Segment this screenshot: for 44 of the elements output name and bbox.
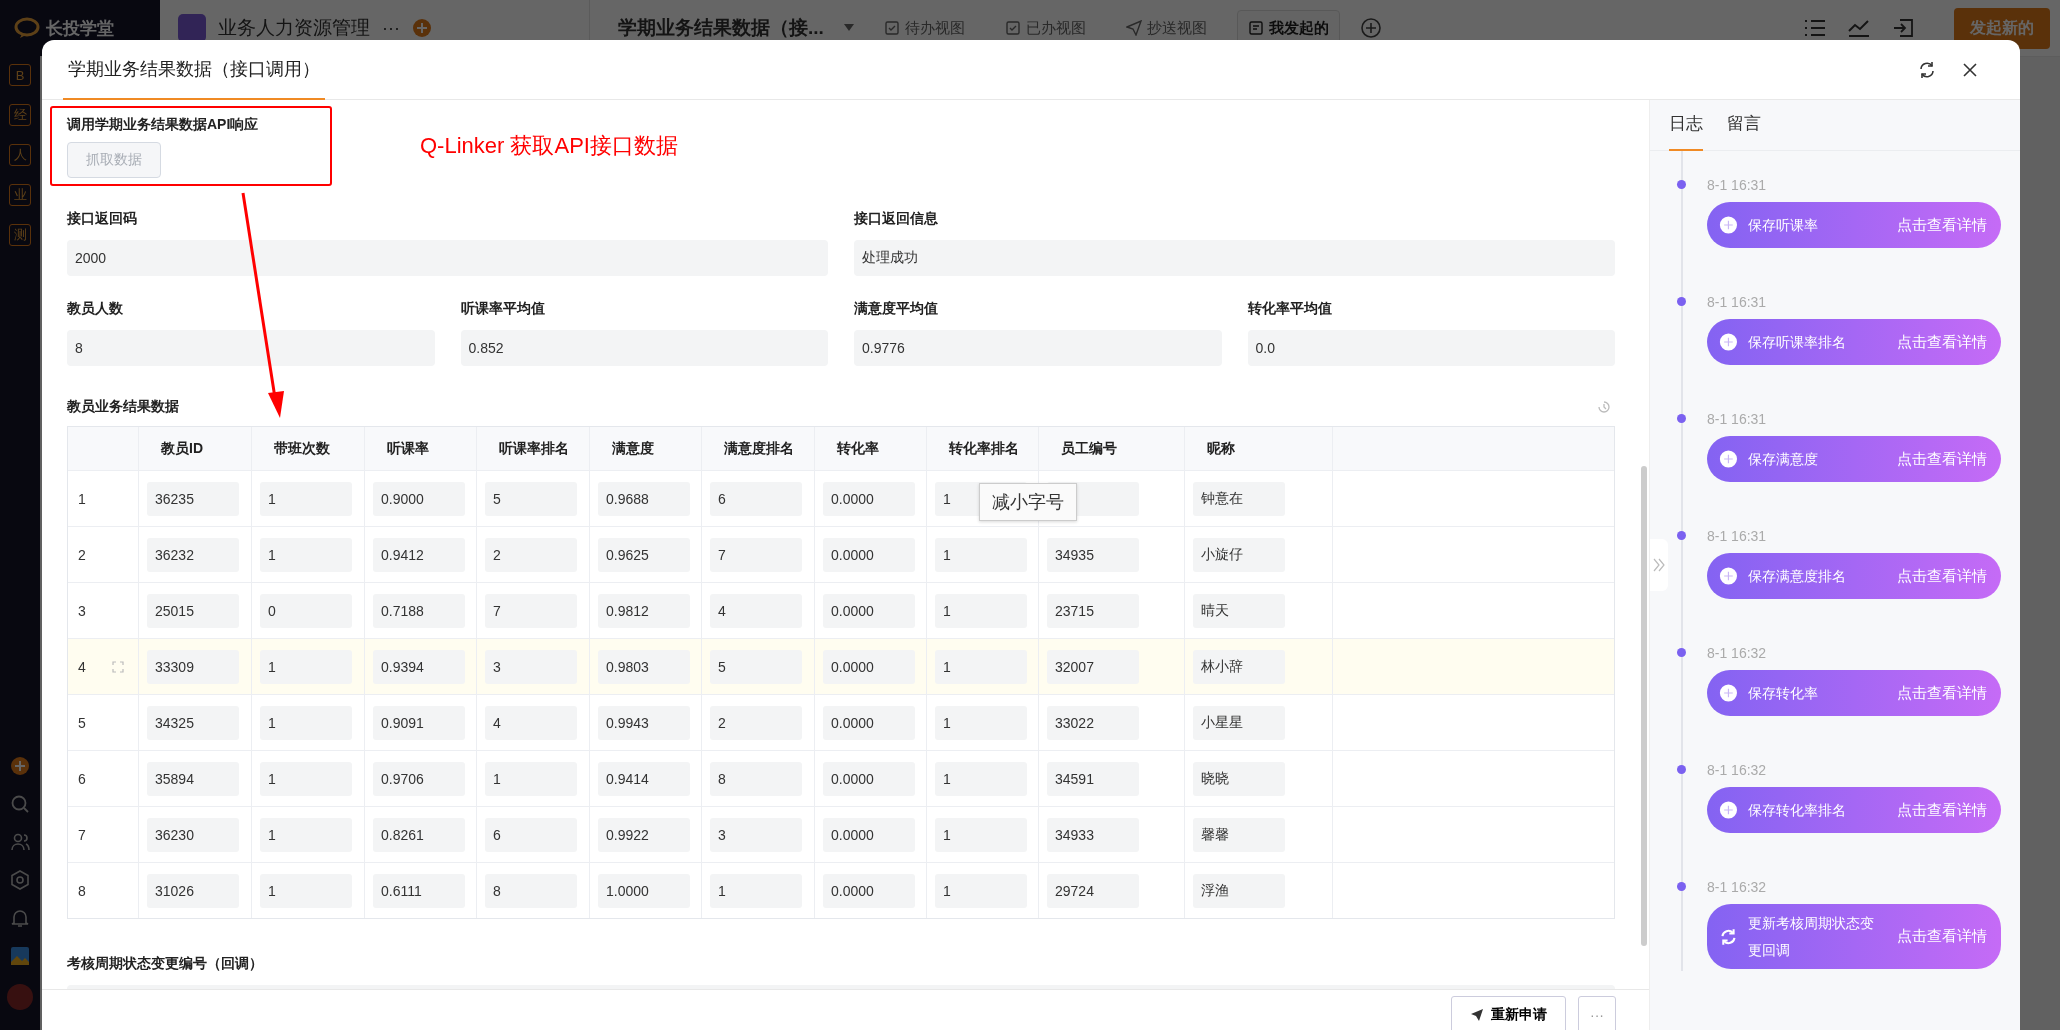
row-number: 8	[78, 882, 86, 899]
log-action: 保存听课率排名	[1747, 332, 1847, 352]
column-header: 转化率排名	[949, 439, 1019, 458]
column-header: 教员ID	[161, 439, 203, 458]
column-header: 带班次数	[274, 439, 330, 458]
field-label: 转化率平均值	[1247, 300, 1333, 318]
column-header: 听课率排名	[499, 439, 569, 458]
row-number: 4	[78, 658, 86, 675]
log-action: 更新考核周期状态变更回调	[1747, 914, 1875, 960]
log-time: 8-1 16:32	[1707, 762, 1767, 778]
field-label: 满意度平均值	[854, 300, 939, 318]
column-header: 听课率	[387, 439, 429, 458]
section-title: 教员业务结果数据	[67, 398, 179, 416]
tooltip: 减小字号	[979, 483, 1077, 521]
row-number: 7	[78, 826, 86, 843]
field-label: 听课率平均值	[460, 300, 546, 318]
row-number: 6	[78, 770, 86, 787]
row-number: 2	[78, 546, 86, 563]
field-label: 接口返回码	[67, 210, 138, 228]
log-time: 8-1 16:32	[1707, 879, 1767, 895]
column-header: 满意度	[612, 439, 654, 458]
column-header: 昵称	[1207, 439, 1235, 458]
log-action: 保存满意度排名	[1747, 566, 1847, 586]
field-label: 教员人数	[67, 300, 124, 318]
log-time: 8-1 16:32	[1707, 645, 1767, 661]
log-time: 8-1 16:31	[1707, 177, 1767, 193]
row-number: 5	[78, 714, 86, 731]
column-header: 满意度排名	[724, 439, 794, 458]
log-time: 8-1 16:31	[1707, 294, 1767, 310]
field-label: 考核周期状态变更编号（回调）	[67, 955, 264, 973]
column-header: 员工编号	[1061, 439, 1117, 458]
annotation-text: Q-Linker 获取API接口数据	[420, 132, 678, 160]
row-number: 3	[78, 602, 86, 619]
row-number: 1	[78, 490, 86, 507]
field-label: 接口返回信息	[854, 210, 939, 228]
log-action: 保存转化率排名	[1747, 800, 1847, 820]
logo-text: 长投学堂	[46, 17, 114, 40]
log-time: 8-1 16:31	[1707, 528, 1767, 544]
log-action: 保存听课率	[1747, 215, 1819, 235]
column-header: 转化率	[837, 439, 879, 458]
log-action: 保存满意度	[1747, 449, 1819, 469]
field-label: 调用学期业务结果数据API响应	[67, 116, 259, 134]
log-time: 8-1 16:31	[1707, 411, 1767, 427]
log-action: 保存转化率	[1747, 683, 1819, 703]
